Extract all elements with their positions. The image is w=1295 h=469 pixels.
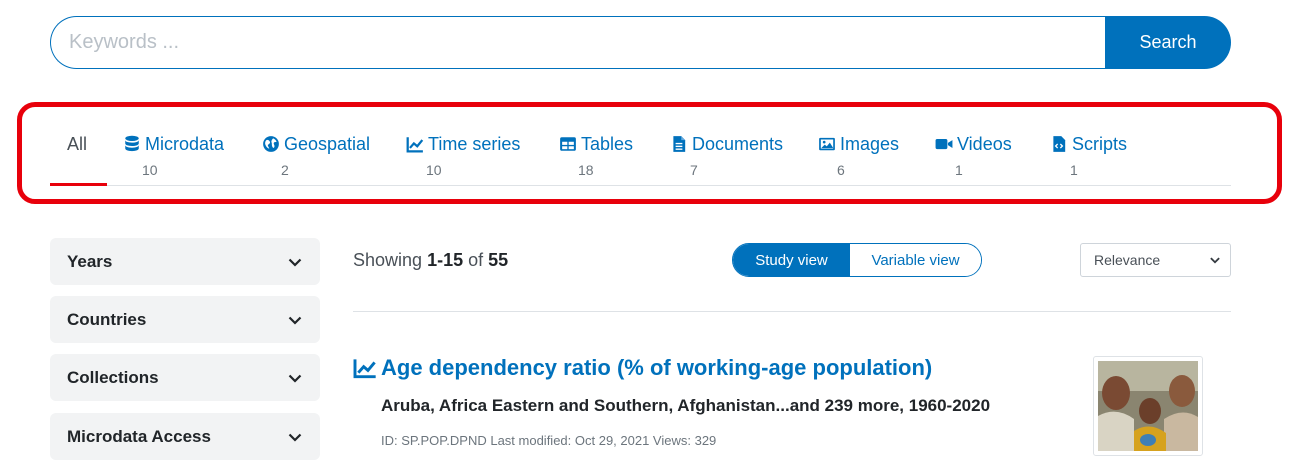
facet-countries[interactable]: Countries bbox=[50, 296, 320, 343]
tab-microdata[interactable]: Microdata 10 bbox=[123, 120, 224, 186]
chevron-down-icon bbox=[288, 374, 302, 383]
line-chart-icon bbox=[406, 137, 424, 153]
sort-selected-value: Relevance bbox=[1094, 252, 1161, 268]
tab-count: 10 bbox=[142, 162, 158, 178]
tab-label: Scripts bbox=[1072, 133, 1128, 154]
result-thumbnail[interactable] bbox=[1093, 356, 1203, 456]
study-view-button[interactable]: Study view bbox=[733, 244, 850, 276]
tab-label: Tables bbox=[581, 133, 634, 154]
facet-label: Countries bbox=[67, 309, 147, 329]
tab-label: Microdata bbox=[145, 133, 225, 154]
facet-label: Collections bbox=[67, 367, 159, 387]
results-total: 55 bbox=[488, 250, 509, 270]
tab-count: 1 bbox=[1070, 162, 1078, 178]
variable-view-button[interactable]: Variable view bbox=[850, 244, 981, 276]
active-tab-indicator bbox=[50, 183, 107, 186]
chevron-down-icon bbox=[1210, 257, 1220, 264]
sort-select[interactable]: Relevance bbox=[1080, 243, 1231, 277]
view-toggle: Study view Variable view bbox=[732, 243, 982, 277]
facet-label: Microdata Access bbox=[67, 426, 211, 446]
video-icon bbox=[935, 138, 953, 150]
tab-label: Videos bbox=[957, 133, 1012, 154]
tab-count: 1 bbox=[955, 162, 963, 178]
tab-count: 6 bbox=[837, 162, 845, 178]
tab-videos[interactable]: Videos 1 bbox=[935, 120, 1012, 186]
tab-label: Geospatial bbox=[284, 133, 371, 154]
tab-count: 10 bbox=[426, 162, 442, 178]
thumbnail-image bbox=[1098, 361, 1198, 451]
tab-label: All bbox=[67, 133, 88, 154]
chevron-down-icon bbox=[288, 433, 302, 442]
facet-years[interactable]: Years bbox=[50, 238, 320, 285]
tab-documents[interactable]: Documents 7 bbox=[670, 120, 783, 186]
chevron-down-icon bbox=[288, 258, 302, 267]
tab-scripts[interactable]: Scripts 1 bbox=[1050, 120, 1127, 186]
tab-tables[interactable]: Tables 18 bbox=[559, 120, 633, 186]
divider bbox=[353, 311, 1231, 312]
tab-label: Images bbox=[840, 133, 900, 154]
result-title-link[interactable]: Age dependency ratio (% of working-age p… bbox=[353, 355, 932, 381]
tab-count: 7 bbox=[690, 162, 698, 178]
image-icon bbox=[819, 137, 835, 151]
of-word: of bbox=[468, 250, 484, 270]
content-type-tabs: All Microdata 10 Geospatial 2 Time serie… bbox=[50, 120, 1231, 186]
script-file-icon bbox=[1053, 136, 1066, 152]
tab-label: Documents bbox=[692, 133, 784, 154]
facet-collections[interactable]: Collections bbox=[50, 354, 320, 401]
document-icon bbox=[673, 136, 686, 152]
tab-count: 2 bbox=[281, 162, 289, 178]
search-input[interactable] bbox=[50, 16, 1105, 69]
line-chart-icon bbox=[353, 359, 376, 379]
results-range: 1-15 bbox=[427, 250, 464, 270]
tab-label: Time series bbox=[428, 133, 521, 154]
globe-icon bbox=[263, 136, 279, 152]
search-bar: Search bbox=[50, 16, 1231, 69]
tab-time-series[interactable]: Time series 10 bbox=[406, 120, 520, 186]
facet-label: Years bbox=[67, 251, 113, 271]
tab-geospatial[interactable]: Geospatial 2 bbox=[262, 120, 370, 186]
result-coverage: Aruba, Africa Eastern and Southern, Afgh… bbox=[381, 396, 991, 415]
facet-microdata-access[interactable]: Microdata Access bbox=[50, 413, 320, 460]
chevron-down-icon bbox=[288, 316, 302, 325]
results-count: Showing 1-15 of 55 bbox=[353, 250, 508, 271]
result-meta: ID: SP.POP.DPND Last modified: Oct 29, 2… bbox=[381, 433, 717, 448]
showing-prefix: Showing bbox=[353, 250, 423, 270]
result-title: Age dependency ratio (% of working-age p… bbox=[381, 355, 933, 380]
tab-count: 18 bbox=[578, 162, 594, 178]
search-button[interactable]: Search bbox=[1105, 16, 1231, 69]
database-icon bbox=[125, 135, 139, 152]
tab-images[interactable]: Images 6 bbox=[818, 120, 899, 186]
table-icon bbox=[560, 137, 576, 151]
tab-all[interactable]: All bbox=[67, 120, 87, 186]
